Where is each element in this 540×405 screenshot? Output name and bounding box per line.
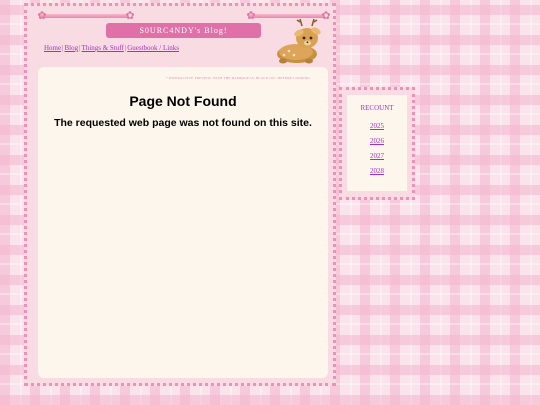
sidebar-inner: RECOUNT 2025 2026 2027 2028 (347, 95, 407, 191)
bow-icon: ✿ (246, 10, 256, 22)
preview-note: * INTERACTIVE PREVIEW, WITH THE RAMPAGE … (166, 76, 311, 80)
deer-plush-icon (277, 18, 321, 64)
sidebar-link-2026[interactable]: 2026 (347, 137, 407, 145)
nav-link-guestbook[interactable]: Guestbook / Links (127, 44, 179, 52)
main-panel: ✿ ✿ ✿ ✿ S0URC4NDY's Blog! Home|Blog|Thin… (24, 3, 336, 386)
sidebar-link-2028[interactable]: 2028 (347, 167, 407, 175)
nav-separator: | (124, 44, 127, 52)
nav-separator: | (79, 44, 81, 52)
sidebar-panel: RECOUNT 2025 2026 2027 2028 (339, 87, 415, 200)
page-not-found-heading: Page Not Found (129, 93, 237, 109)
sidebar-title: RECOUNT (360, 104, 394, 112)
bow-icon: ✿ (125, 10, 135, 22)
nav-link-blog[interactable]: Blog (65, 44, 79, 52)
nav-link-home[interactable]: Home (44, 44, 61, 52)
nav-bar: Home|Blog|Things & Stuff|Guestbook / Lin… (44, 44, 179, 52)
content-panel: * INTERACTIVE PREVIEW, WITH THE RAMPAGE … (38, 67, 328, 378)
sidebar-link-2027[interactable]: 2027 (347, 152, 407, 160)
page-not-found-message: The requested web page was not found on … (54, 117, 312, 129)
nav-separator: | (62, 44, 64, 52)
bow-icon: ✿ (37, 10, 47, 22)
sidebar-link-2025[interactable]: 2025 (347, 122, 407, 130)
ribbon-divider-left (39, 14, 129, 18)
nav-link-things-stuff[interactable]: Things & Stuff (82, 44, 124, 52)
blog-title: S0URC4NDY's Blog! (106, 23, 261, 38)
